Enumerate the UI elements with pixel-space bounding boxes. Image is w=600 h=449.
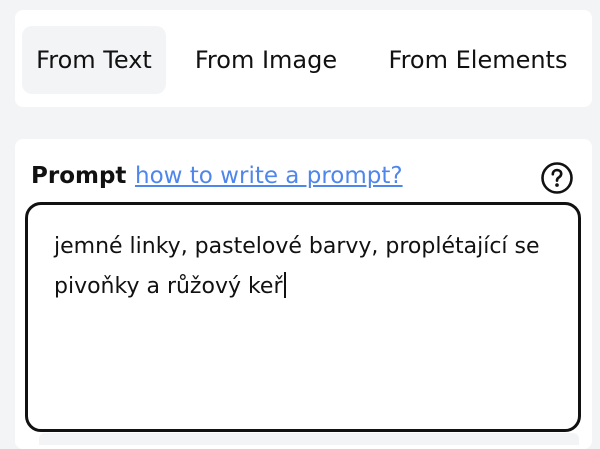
tab-from-image[interactable]: From Image: [188, 26, 344, 94]
prompt-input[interactable]: jemné linky, pastelové barvy, proplétají…: [25, 202, 581, 432]
prompt-panel: Prompt how to write a prompt? jemné link…: [15, 139, 592, 449]
next-section-edge: [39, 433, 579, 445]
prompt-label: Prompt: [31, 163, 127, 189]
tab-from-elements[interactable]: From Elements: [376, 26, 580, 94]
generation-mode-tabs: From Text From Image From Elements: [15, 10, 592, 107]
question-circle-icon[interactable]: [540, 161, 574, 195]
prompt-help-link[interactable]: how to write a prompt?: [135, 163, 403, 189]
tab-from-text[interactable]: From Text: [22, 26, 166, 94]
prompt-input-text: jemné linky, pastelové barvy, proplétají…: [54, 234, 540, 299]
text-cursor: [283, 272, 286, 298]
